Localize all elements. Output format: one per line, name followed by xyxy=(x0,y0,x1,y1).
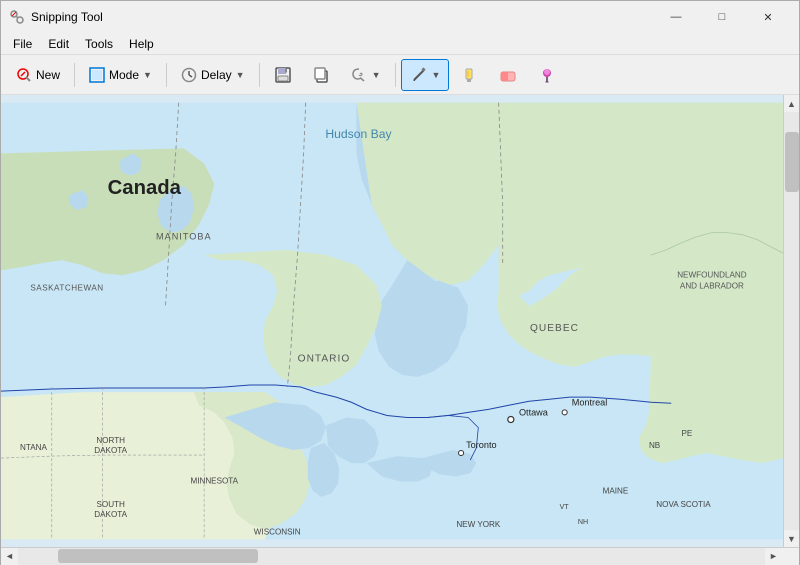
svg-text:Hudson Bay: Hudson Bay xyxy=(325,127,392,141)
separator-4 xyxy=(395,63,396,87)
svg-text:DAKOTA: DAKOTA xyxy=(94,446,127,455)
svg-text:NORTH: NORTH xyxy=(96,436,125,445)
svg-text:NEWFOUNDLAND: NEWFOUNDLAND xyxy=(677,270,747,279)
horizontal-scrollbar: ◄ ► xyxy=(1,548,782,564)
svg-text:MANITOBA: MANITOBA xyxy=(156,232,212,242)
pen-icon xyxy=(410,66,428,84)
scroll-up-button[interactable]: ▲ xyxy=(784,95,800,112)
scroll-thumb-horizontal[interactable] xyxy=(58,549,258,563)
vertical-scrollbar: ▲ ▼ xyxy=(783,95,799,547)
new-button[interactable]: New xyxy=(7,59,69,91)
lasso-button[interactable]: ▼ xyxy=(341,59,390,91)
mode-icon xyxy=(89,67,105,83)
menu-edit[interactable]: Edit xyxy=(40,35,77,53)
delay-button[interactable]: Delay ▼ xyxy=(172,59,254,91)
save-icon xyxy=(274,66,292,84)
svg-text:VT: VT xyxy=(560,503,570,511)
pen-button[interactable]: ▼ xyxy=(401,59,450,91)
svg-text:DAKOTA: DAKOTA xyxy=(94,510,127,519)
lasso-icon xyxy=(350,66,368,84)
delay-label: Delay xyxy=(201,68,232,82)
app-icon xyxy=(9,9,25,25)
svg-text:NB: NB xyxy=(649,441,660,450)
save-button[interactable] xyxy=(265,59,301,91)
separator-1 xyxy=(74,63,75,87)
svg-text:Montreal: Montreal xyxy=(572,397,608,407)
svg-text:MINNESOTA: MINNESOTA xyxy=(190,476,238,485)
separator-2 xyxy=(166,63,167,87)
new-label: New xyxy=(36,68,60,82)
minimize-button[interactable]: — xyxy=(653,1,699,33)
menu-help[interactable]: Help xyxy=(121,35,162,53)
svg-text:QUEBEC: QUEBEC xyxy=(530,323,579,334)
lasso-dropdown-arrow: ▼ xyxy=(372,70,381,80)
map-svg: Hudson Bay Canada MANITOBA SASKATCHEWAN … xyxy=(1,95,783,547)
map-canvas[interactable]: Hudson Bay Canada MANITOBA SASKATCHEWAN … xyxy=(1,95,783,547)
mode-label: Mode xyxy=(109,68,139,82)
bottom-bar: ◄ ► xyxy=(1,547,799,564)
svg-text:NOVA SCOTIA: NOVA SCOTIA xyxy=(656,500,711,509)
close-button[interactable]: ✕ xyxy=(745,1,791,33)
scroll-thumb-vertical[interactable] xyxy=(785,132,799,192)
snipping-tool-window: Snipping Tool — □ ✕ File Edit Tools Help… xyxy=(0,0,800,565)
eraser-icon xyxy=(498,66,518,84)
svg-text:NH: NH xyxy=(578,518,588,526)
scroll-track-horizontal[interactable] xyxy=(18,548,765,565)
svg-text:AND LABRADOR: AND LABRADOR xyxy=(680,282,744,291)
svg-text:ONTARIO: ONTARIO xyxy=(298,354,351,365)
eraser-button[interactable] xyxy=(489,59,527,91)
copy-button[interactable] xyxy=(303,59,339,91)
menu-tools[interactable]: Tools xyxy=(77,35,121,53)
window-title: Snipping Tool xyxy=(31,10,653,24)
menu-file[interactable]: File xyxy=(5,35,40,53)
svg-text:SOUTH: SOUTH xyxy=(96,500,125,509)
pin-button[interactable] xyxy=(529,59,565,91)
toolbar: New Mode ▼ Delay xyxy=(1,55,799,95)
scroll-right-button[interactable]: ► xyxy=(765,548,782,565)
svg-text:PE: PE xyxy=(681,429,692,438)
svg-text:Toronto: Toronto xyxy=(466,440,496,450)
window-controls: — □ ✕ xyxy=(653,1,791,33)
separator-3 xyxy=(259,63,260,87)
highlighter-button[interactable] xyxy=(451,59,487,91)
menu-bar: File Edit Tools Help xyxy=(1,33,799,55)
svg-text:MAINE: MAINE xyxy=(603,487,629,496)
highlighter-icon xyxy=(460,66,478,84)
content-area: Hudson Bay Canada MANITOBA SASKATCHEWAN … xyxy=(1,95,799,547)
svg-text:Canada: Canada xyxy=(108,177,182,199)
new-icon xyxy=(16,67,32,83)
svg-text:NTANA: NTANA xyxy=(20,443,47,452)
svg-text:NEW YORK: NEW YORK xyxy=(456,520,501,529)
svg-text:WISCONSIN: WISCONSIN xyxy=(254,527,301,536)
maximize-button[interactable]: □ xyxy=(699,1,745,33)
delay-dropdown-arrow: ▼ xyxy=(236,70,245,80)
pen-dropdown-arrow: ▼ xyxy=(432,70,441,80)
title-bar: Snipping Tool — □ ✕ xyxy=(1,1,799,33)
mode-dropdown-arrow: ▼ xyxy=(143,70,152,80)
svg-text:Ottawa: Ottawa xyxy=(519,407,549,417)
delay-icon xyxy=(181,67,197,83)
scroll-track-vertical[interactable] xyxy=(784,112,800,530)
svg-text:SASKATCHEWAN: SASKATCHEWAN xyxy=(30,284,103,293)
scroll-corner xyxy=(782,548,799,565)
scroll-left-button[interactable]: ◄ xyxy=(1,548,18,565)
copy-icon xyxy=(312,66,330,84)
mode-button[interactable]: Mode ▼ xyxy=(80,59,161,91)
pin-icon xyxy=(538,66,556,84)
scroll-down-button[interactable]: ▼ xyxy=(784,530,800,547)
